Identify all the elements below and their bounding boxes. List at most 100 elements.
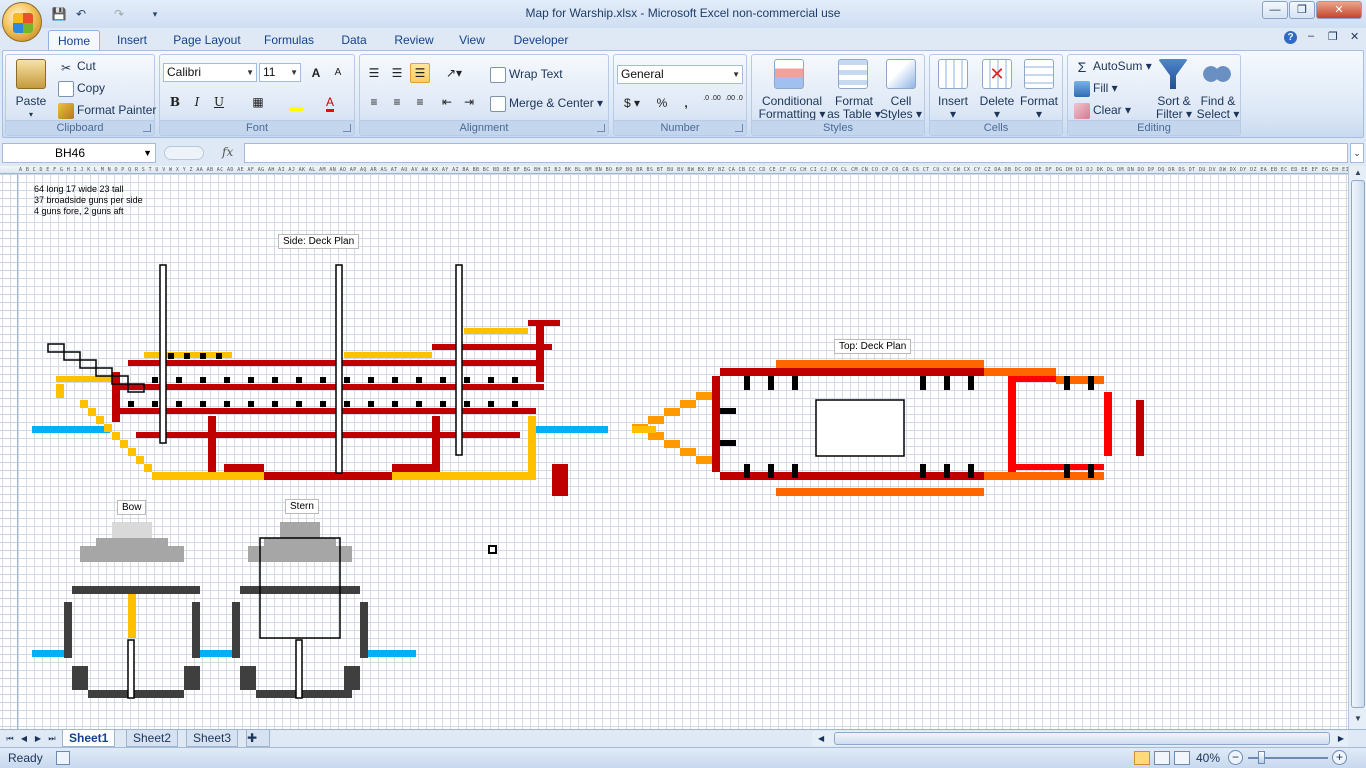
format-painter-button[interactable]: Format Painter — [58, 101, 156, 119]
font-name-select[interactable]: Calibri ▼ — [163, 63, 257, 82]
tab-home[interactable]: Home — [48, 30, 100, 50]
sheet-tab-sheet3[interactable]: Sheet3 — [186, 730, 239, 747]
increase-decimal-button[interactable]: .0 .00 — [702, 93, 722, 113]
orientation-button[interactable]: ↗▾ — [440, 63, 468, 83]
clear-button[interactable]: Clear ▾ — [1074, 101, 1131, 119]
format-cells-icon[interactable] — [1024, 59, 1054, 89]
insert-cells-button[interactable]: Insert ▾ — [930, 95, 976, 121]
cell-styles-icon[interactable] — [886, 59, 916, 89]
ribbon-restore-icon[interactable]: ❐ — [1328, 30, 1338, 43]
page-break-view-button[interactable] — [1174, 751, 1190, 765]
format-as-table-icon[interactable] — [838, 59, 868, 89]
normal-view-button[interactable] — [1134, 751, 1150, 765]
tab-insert[interactable]: Insert — [108, 30, 156, 50]
tab-data[interactable]: Data — [334, 30, 374, 50]
bold-button[interactable]: B — [165, 92, 185, 112]
help-icon[interactable]: ? — [1284, 31, 1297, 44]
active-cell-cursor[interactable] — [488, 545, 497, 554]
align-bottom-button[interactable]: ☰ — [410, 63, 430, 83]
paste-icon[interactable] — [16, 59, 46, 89]
vertical-scroll-thumb[interactable] — [1351, 180, 1365, 708]
conditional-formatting-button[interactable]: Conditional Formatting ▾ — [754, 95, 830, 121]
shrink-font-button[interactable]: A — [328, 63, 348, 83]
tab-page-layout[interactable]: Page Layout — [168, 30, 246, 50]
autosum-button[interactable]: Σ AutoSum ▾ — [1074, 57, 1152, 75]
cut-button[interactable]: ✂ Cut — [58, 57, 96, 75]
first-sheet-icon[interactable]: ⏮ — [4, 732, 16, 746]
sheet-tab-sheet1[interactable]: Sheet1 — [62, 730, 116, 747]
fill-button[interactable]: Fill ▾ — [1074, 79, 1118, 97]
last-sheet-icon[interactable]: ⏭ — [46, 732, 58, 746]
font-size-select[interactable]: 11 ▼ — [259, 63, 301, 82]
column-headers[interactable]: A B C D E F G H I J K L M N O P Q R S T … — [0, 166, 1348, 174]
horizontal-scroll-thumb[interactable] — [834, 732, 1330, 745]
scroll-up-icon[interactable]: ▲ — [1351, 166, 1365, 180]
cell-styles-button[interactable]: Cell Styles ▾ — [878, 95, 924, 121]
minimize-button[interactable]: — — [1262, 1, 1288, 19]
ribbon-minimize-icon[interactable]: – — [1308, 30, 1314, 42]
chevron-down-icon[interactable]: ▼ — [143, 144, 152, 162]
number-launcher-icon[interactable] — [735, 124, 743, 132]
decrease-indent-button[interactable]: ⇤ — [437, 92, 457, 112]
increase-indent-button[interactable]: ⇥ — [459, 92, 479, 112]
horizontal-scrollbar[interactable]: ◀ ▶ — [812, 731, 1348, 746]
zoom-out-button[interactable]: − — [1228, 750, 1243, 765]
scroll-right-icon[interactable]: ▶ — [1338, 731, 1344, 746]
number-format-select[interactable]: General ▼ — [617, 65, 743, 84]
binoculars-icon[interactable] — [1202, 59, 1232, 89]
format-as-table-button[interactable]: Format as Table ▾ — [826, 95, 882, 121]
name-box[interactable]: BH46 ▼ — [2, 143, 156, 163]
close-button[interactable]: ✕ — [1316, 1, 1362, 19]
tab-formulas[interactable]: Formulas — [258, 30, 320, 50]
find-select-button[interactable]: Find & Select ▾ — [1196, 95, 1240, 121]
copy-button[interactable]: Copy — [58, 79, 105, 97]
zoom-slider-thumb[interactable] — [1258, 751, 1265, 764]
align-middle-button[interactable]: ☰ — [387, 63, 407, 83]
align-left-button[interactable]: ≡ — [364, 92, 384, 112]
clipboard-launcher-icon[interactable] — [143, 124, 151, 132]
formula-input[interactable] — [244, 143, 1348, 163]
decrease-decimal-button[interactable]: .00 .0 — [724, 93, 744, 113]
sheet-tab-sheet2[interactable]: Sheet2 — [126, 730, 179, 747]
zoom-level[interactable]: 40% — [1196, 751, 1220, 765]
tab-developer[interactable]: Developer — [506, 30, 576, 50]
currency-button[interactable]: $ ▾ — [618, 93, 646, 113]
paste-button[interactable]: Paste — [8, 95, 54, 108]
conditional-formatting-icon[interactable] — [774, 59, 804, 89]
grow-font-button[interactable]: A — [306, 63, 326, 83]
insert-cells-icon[interactable] — [938, 59, 968, 89]
next-sheet-icon[interactable]: ▶ — [32, 732, 44, 746]
insert-function-button[interactable]: fx — [222, 145, 233, 159]
scroll-left-icon[interactable]: ◀ — [818, 731, 824, 746]
scroll-down-icon[interactable]: ▼ — [1351, 712, 1365, 726]
ribbon-close-icon[interactable]: ✕ — [1350, 30, 1359, 43]
italic-button[interactable]: I — [187, 92, 207, 112]
prev-sheet-icon[interactable]: ◀ — [18, 732, 30, 746]
tab-view[interactable]: View — [452, 30, 492, 50]
delete-cells-icon[interactable]: ✕ — [982, 59, 1012, 89]
percent-button[interactable]: % — [652, 93, 672, 113]
delete-cells-button[interactable]: Delete ▾ — [974, 95, 1020, 121]
borders-button[interactable]: ▦ — [248, 92, 268, 112]
comma-button[interactable]: , — [676, 93, 696, 113]
sort-filter-button[interactable]: Sort & Filter ▾ — [1152, 95, 1196, 121]
insert-sheet-icon[interactable]: ✚ — [246, 730, 270, 747]
alignment-launcher-icon[interactable] — [597, 124, 605, 132]
maximize-button[interactable]: ❐ — [1289, 1, 1315, 19]
align-right-button[interactable]: ≡ — [410, 92, 430, 112]
font-launcher-icon[interactable] — [343, 124, 351, 132]
format-cells-button[interactable]: Format ▾ — [1016, 95, 1062, 121]
vertical-scrollbar[interactable]: ▲ ▼ — [1348, 166, 1366, 729]
page-layout-view-button[interactable] — [1154, 751, 1170, 765]
underline-button[interactable]: U — [209, 92, 229, 112]
formula-splitter[interactable] — [164, 146, 204, 160]
expand-formula-bar-icon[interactable]: ⌄ — [1350, 143, 1364, 163]
font-color-button[interactable]: A — [320, 92, 340, 112]
macro-record-icon[interactable] — [56, 751, 70, 765]
tab-review[interactable]: Review — [388, 30, 440, 50]
fill-color-button[interactable] — [286, 92, 306, 112]
align-center-button[interactable]: ≡ — [387, 92, 407, 112]
row-headers[interactable] — [0, 174, 18, 729]
zoom-in-button[interactable]: + — [1332, 750, 1347, 765]
sort-filter-icon[interactable] — [1158, 59, 1188, 89]
